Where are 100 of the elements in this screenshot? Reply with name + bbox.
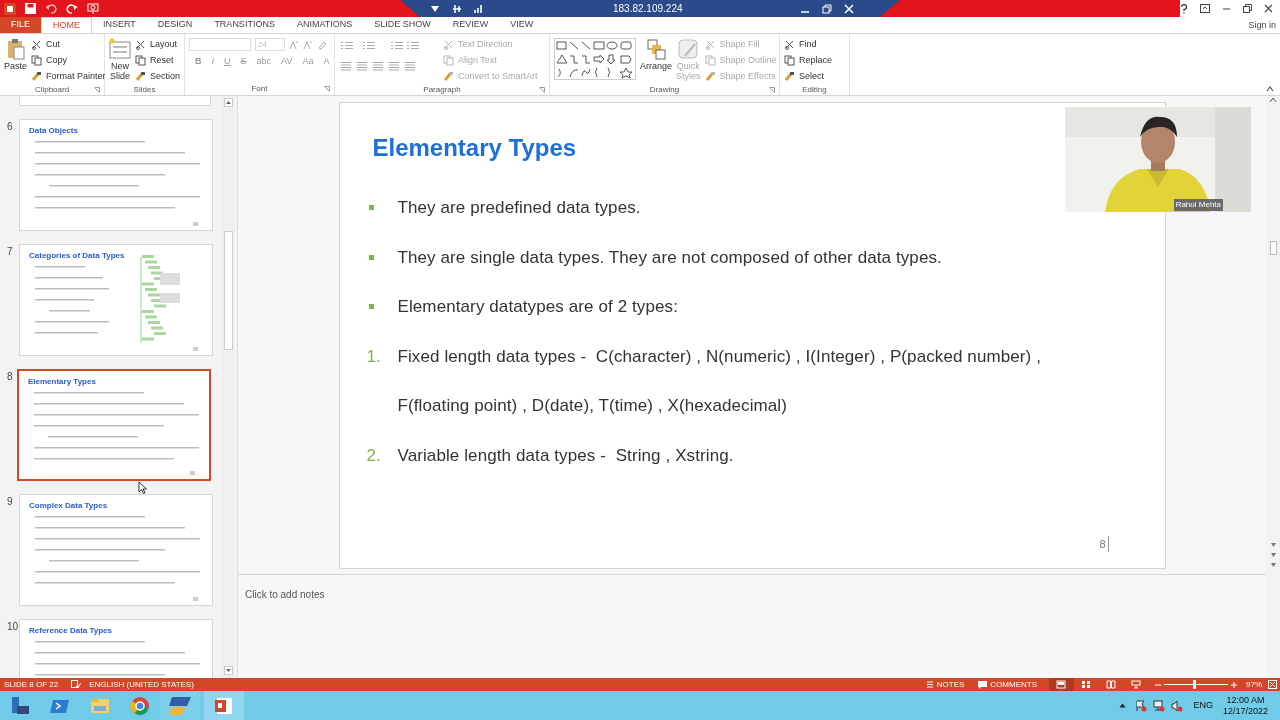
- note-icon: [193, 347, 198, 351]
- sign-in-link[interactable]: Sign in: [1248, 19, 1276, 33]
- slide-thumbnail[interactable]: Complex Data Types: [19, 494, 213, 606]
- dialog-launcher-icon[interactable]: [539, 87, 545, 93]
- ribbon-tab[interactable]: TRANSITIONS: [203, 17, 286, 33]
- view-button[interactable]: [1049, 678, 1074, 691]
- button-icon: [31, 39, 42, 50]
- close-icon[interactable]: [1264, 4, 1273, 13]
- language-indicator[interactable]: ENGLISH (UNITED STATES): [89, 678, 194, 691]
- ribbon-button[interactable]: Reset: [135, 53, 181, 68]
- ribbon-tab[interactable]: DESIGN: [146, 17, 204, 33]
- ribbon-button[interactable]: Format Painter: [31, 69, 106, 84]
- scroll-up-icon[interactable]: [223, 98, 233, 107]
- ribbon-tab[interactable]: INSERT: [92, 17, 147, 33]
- clock-date[interactable]: 12/17/2022: [1222, 705, 1268, 717]
- zoom-level[interactable]: 97%: [1246, 678, 1262, 691]
- notes-button[interactable]: NOTES: [925, 678, 965, 691]
- input-language[interactable]: ENG: [1193, 698, 1213, 713]
- slide-thumbnail[interactable]: Elementary Types: [17, 369, 211, 481]
- ribbon-button[interactable]: New Slide: [109, 35, 131, 84]
- comment-icon: [978, 680, 988, 689]
- ribbon-button[interactable]: Paste: [4, 35, 27, 84]
- button-icon: [31, 55, 42, 66]
- dialog-launcher-icon[interactable]: [769, 87, 775, 93]
- button-icon: [443, 39, 454, 50]
- taskbar-app-icon[interactable]: [204, 691, 244, 720]
- bullet-text: They are predefined data types.: [397, 197, 641, 220]
- pin-icon[interactable]: [452, 3, 462, 14]
- restore-icon[interactable]: [1243, 4, 1252, 13]
- taskbar-app-icon[interactable]: [160, 691, 200, 720]
- button-icon: [784, 55, 795, 66]
- button-icon: [135, 55, 146, 66]
- grow-font-icon[interactable]: [289, 39, 299, 50]
- notes-placeholder[interactable]: Click to add notes: [245, 589, 325, 600]
- remote-address: 183.82.109.224: [613, 2, 683, 16]
- previous-slide-icon[interactable]: [1269, 552, 1277, 558]
- slide[interactable]: [338, 102, 1166, 569]
- ribbon-button[interactable]: Cut: [31, 37, 106, 52]
- ribbon-tab[interactable]: ANIMATIONS: [285, 17, 364, 33]
- ribbon-button[interactable]: Layout: [135, 37, 181, 52]
- dropdown-icon[interactable]: [430, 4, 440, 13]
- font-name-field[interactable]: [189, 38, 251, 51]
- undo-icon[interactable]: [45, 3, 57, 14]
- scroll-down-icon[interactable]: [223, 666, 233, 675]
- show-hidden-icons-icon[interactable]: [1119, 703, 1127, 708]
- bullet-icon: [368, 304, 374, 310]
- ribbon-tab[interactable]: VIEW: [499, 17, 545, 33]
- ribbon-button[interactable]: Select: [784, 69, 833, 84]
- slide-thumbnail[interactable]: Categories of Data Types: [19, 244, 213, 356]
- slide-thumbnail[interactable]: Reference Data Types: [19, 619, 213, 678]
- ribbon-button[interactable]: Replace: [784, 53, 833, 68]
- scroll-down-icon[interactable]: [1269, 542, 1277, 548]
- dialog-launcher-icon[interactable]: [94, 87, 100, 93]
- signal-icon: [474, 4, 483, 13]
- presenter-icon[interactable]: [87, 3, 99, 14]
- ribbon-tab[interactable]: HOME: [41, 17, 92, 33]
- ribbon-tab[interactable]: SLIDE SHOW: [363, 17, 442, 33]
- fit-to-window-icon[interactable]: [1268, 680, 1277, 689]
- group-label: Slides: [133, 84, 156, 96]
- ribbon-button[interactable]: Copy: [31, 53, 106, 68]
- slide-counter: SLIDE 8 OF 22: [4, 678, 59, 691]
- spell-check-icon[interactable]: [71, 680, 82, 689]
- ribbon-tab[interactable]: REVIEW: [441, 17, 500, 33]
- zoom-in-icon[interactable]: [1231, 681, 1237, 688]
- clock-time[interactable]: 12:00 AM: [1226, 694, 1265, 706]
- restore-icon[interactable]: [821, 3, 832, 14]
- ribbon-button[interactable]: Find: [784, 37, 833, 52]
- comments-button[interactable]: COMMENTS: [978, 678, 1037, 691]
- ribbon-button[interactable]: Arrange: [640, 35, 673, 84]
- bullet-text: Elementary datatypes are of 2 types:: [397, 296, 678, 319]
- app-icon: [9, 694, 31, 717]
- next-slide-icon[interactable]: [1269, 562, 1277, 568]
- save-icon[interactable]: [25, 3, 36, 14]
- scrollbar-thumb[interactable]: [223, 231, 233, 350]
- clear-formatting-icon[interactable]: [317, 39, 327, 50]
- collapse-icon[interactable]: [1269, 97, 1277, 103]
- shrink-font-icon[interactable]: [303, 39, 313, 50]
- thumbnail-title: Data Objects: [29, 126, 79, 136]
- ribbon-display-icon[interactable]: [1200, 4, 1210, 13]
- zoom-slider-thumb[interactable]: [1193, 680, 1197, 689]
- scrollbar-thumb[interactable]: [1269, 241, 1277, 255]
- ribbon-button[interactable]: Section: [135, 69, 181, 84]
- network-icon[interactable]: [1153, 699, 1166, 712]
- video-caption: Rahul Mehta: [1173, 199, 1223, 211]
- group-label: Editing: [802, 84, 827, 96]
- bullet-icon: [368, 205, 374, 211]
- help-icon[interactable]: [1180, 3, 1188, 14]
- volume-muted-icon[interactable]: [1171, 699, 1184, 712]
- file-tab[interactable]: FILE: [0, 17, 41, 33]
- app-icon: [129, 694, 151, 717]
- button-icon: [784, 39, 795, 50]
- view-icon: [1081, 680, 1092, 689]
- dialog-launcher-icon[interactable]: [324, 86, 330, 92]
- collapse-ribbon-icon[interactable]: [1266, 86, 1274, 92]
- slide-thumbnail[interactable]: [19, 96, 211, 106]
- button-icon: [704, 71, 716, 82]
- slide-thumbnail[interactable]: Data Objects: [19, 119, 213, 231]
- redo-icon[interactable]: [66, 3, 78, 14]
- group-label: Paragraph: [423, 84, 461, 96]
- action-center-icon[interactable]: [1135, 699, 1148, 712]
